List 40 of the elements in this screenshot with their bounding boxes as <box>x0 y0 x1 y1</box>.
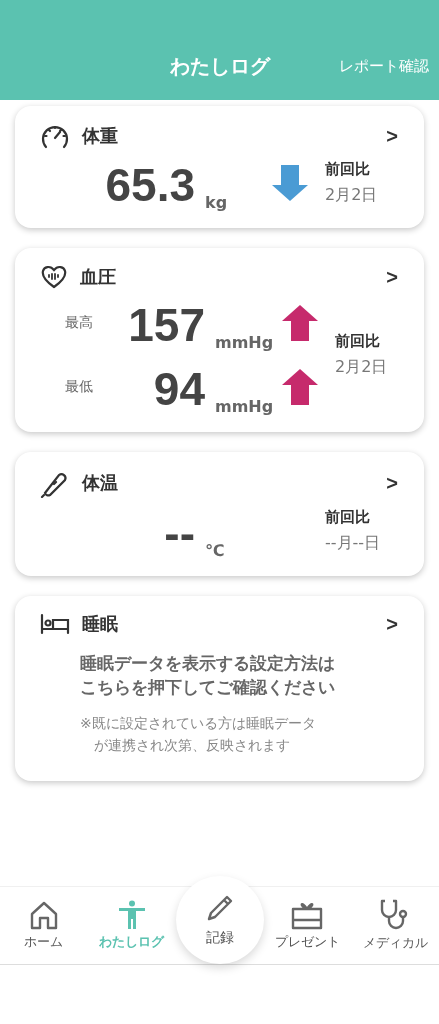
unit-label: kg <box>205 193 229 212</box>
compare-label: 前回比 <box>335 332 381 351</box>
gift-icon <box>291 900 324 930</box>
unit-label: ℃ <box>205 541 226 560</box>
compare-label: 前回比 <box>325 160 371 179</box>
card-title: 体温 <box>82 471 119 495</box>
sleep-message: 睡眠データを表示する設定方法は こちらを押下してご確認ください <box>80 653 336 699</box>
row-label: 最高 <box>65 314 94 332</box>
chevron-button[interactable]: > <box>386 471 398 495</box>
nav-tab[interactable]: プレゼント <box>263 900 352 951</box>
chevron-button[interactable]: > <box>386 265 398 289</box>
person-icon <box>116 900 147 930</box>
log-card[interactable]: 体温 > -- ℃ 前回比 --月--日 <box>15 452 424 576</box>
bed-icon <box>40 613 70 635</box>
screen-title: わたしログ <box>169 53 270 80</box>
chevron-button[interactable]: > <box>386 612 398 636</box>
chevron-button[interactable]: > <box>386 124 398 148</box>
measurement-value: 94 <box>152 363 205 416</box>
row-label: 最低 <box>65 378 94 396</box>
measurement-value: -- <box>163 507 195 560</box>
measurement-value: 157 <box>127 299 205 352</box>
card-title: 血圧 <box>80 265 117 289</box>
compare-date: 2月2日 <box>335 357 388 378</box>
sleep-note: ※既に設定されている方は睡眠データ が連携され次第、反映されます <box>80 713 317 756</box>
card-title: 体重 <box>82 124 119 148</box>
log-card[interactable]: 血圧 > 最高 157 mmHg 最低 94 mmHg 前回比 2月2日 <box>15 248 424 432</box>
unit-label: mmHg <box>215 397 275 416</box>
unit-label: mmHg <box>215 333 275 352</box>
heart-icon <box>40 264 68 290</box>
nav-tab[interactable]: ホーム <box>0 900 88 951</box>
compare-date: 2月2日 <box>325 185 378 206</box>
home-icon <box>28 900 59 930</box>
measurement-value: 65.3 <box>104 159 195 212</box>
compare-date: --月--日 <box>325 533 381 554</box>
card-title: 睡眠 <box>82 612 119 636</box>
compare-label: 前回比 <box>325 508 371 527</box>
nav-tab[interactable]: メディカル <box>351 899 439 952</box>
nav-record-button[interactable]: 記録 <box>175 875 264 964</box>
log-card[interactable]: 体重 > 65.3 kg 前回比 2月2日 <box>15 106 424 228</box>
log-card[interactable]: 睡眠 > 睡眠データを表示する設定方法は こちらを押下してご確認ください ※既に設定されている方は睡眠データ が連携され次第、反映されます <box>15 596 424 781</box>
